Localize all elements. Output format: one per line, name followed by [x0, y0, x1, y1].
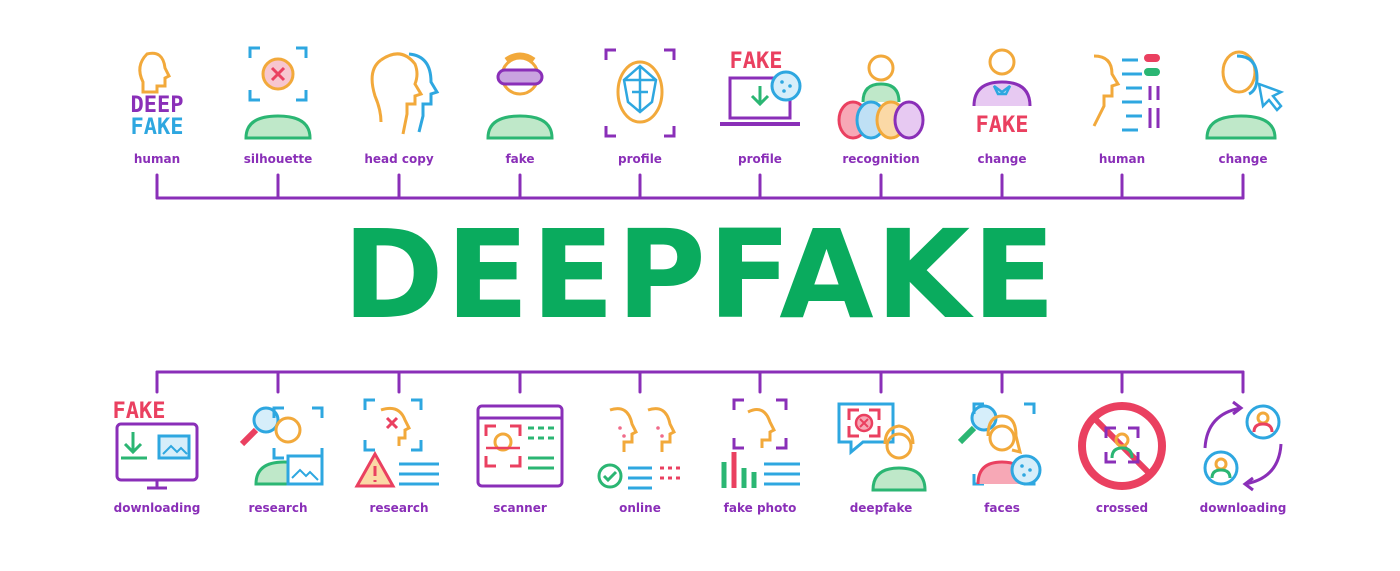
- fake-photo-chart-icon: [712, 398, 808, 494]
- human-deep-fake-icon: DEEP FAKE: [109, 46, 205, 142]
- top_items-label-7: change: [977, 152, 1027, 166]
- swap-users-icon: [1195, 398, 1291, 494]
- bottom_items-label-1: research: [248, 501, 308, 515]
- svg-text:FAKE: FAKE: [131, 115, 184, 140]
- fake-vr-mask-icon: [472, 46, 568, 142]
- bottom_items-label-3: scanner: [493, 501, 547, 515]
- top_items-label-2: head copy: [364, 152, 434, 166]
- human-settings-icon: [1074, 46, 1170, 142]
- recognition-faces-icon: [833, 46, 929, 142]
- svg-text:FAKE: FAKE: [113, 399, 166, 424]
- bottom_items-label-9: downloading: [1199, 501, 1287, 515]
- bottom_items-label-6: deepfake: [849, 501, 913, 515]
- bottom_items-label-2: research: [369, 501, 429, 515]
- top_items-label-0: human: [133, 152, 181, 166]
- silhouette-cross-icon: [230, 46, 326, 142]
- laptop-fake-download-icon: FAKE: [712, 46, 808, 142]
- change-fake-suit-icon: FAKE: [954, 46, 1050, 142]
- svg-text:FAKE: FAKE: [976, 113, 1029, 138]
- research-magnifier-icon: [230, 398, 326, 494]
- face-scan-profile-icon: [592, 46, 688, 142]
- top_items-label-6: recognition: [842, 152, 920, 166]
- top_items-label-8: human: [1098, 152, 1146, 166]
- monitor-fake-download-icon: FAKE: [109, 398, 205, 494]
- browser-scanner-icon: [472, 398, 568, 494]
- top_items-label-4: profile: [618, 152, 662, 166]
- top_items-label-5: profile: [738, 152, 782, 166]
- top_items-label-9: change: [1218, 152, 1268, 166]
- research-warning-icon: [351, 398, 447, 494]
- deepfake-chat-icon: [833, 398, 929, 494]
- online-heads-icon: [592, 398, 688, 494]
- bottom_items-label-4: online: [619, 501, 661, 515]
- head-copy-icon: [351, 46, 447, 142]
- top_items-label-1: silhouette: [243, 152, 313, 166]
- bottom_items-label-7: faces: [984, 501, 1020, 515]
- top_items-label-3: fake: [505, 152, 535, 166]
- faces-woman-search-icon: [954, 398, 1050, 494]
- bottom_items-label-8: crossed: [1095, 501, 1149, 515]
- bottom_items-label-0: downloading: [113, 501, 201, 515]
- change-mask-cursor-icon: [1195, 46, 1291, 142]
- bottom_items-label-5: fake photo: [723, 501, 797, 515]
- svg-text:FAKE: FAKE: [730, 49, 783, 74]
- crossed-prohibited-icon: [1074, 398, 1170, 494]
- banner-title: DEEPFAKE: [342, 204, 1058, 346]
